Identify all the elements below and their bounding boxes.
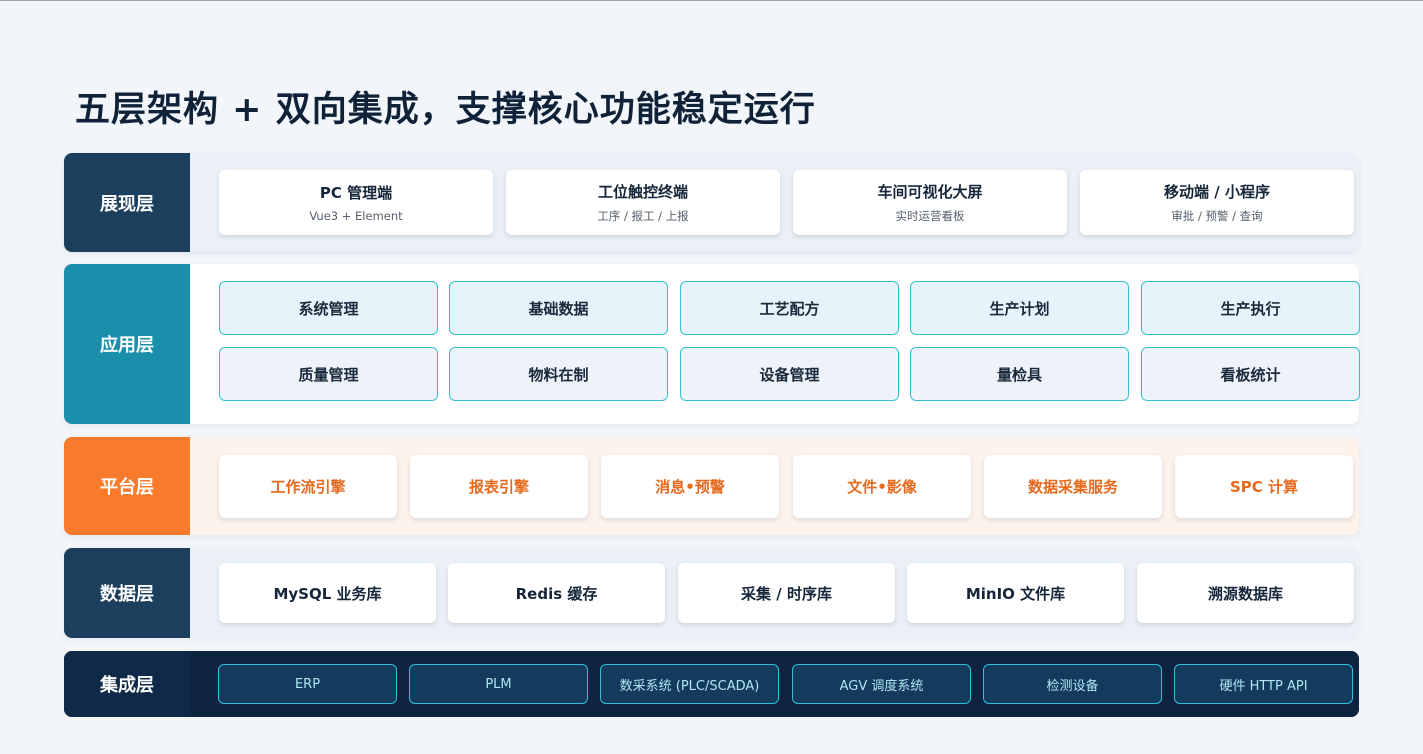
application-module: 基础数据 [449, 281, 668, 335]
presentation-box-name: 车间可视化大屏 [877, 183, 983, 201]
application-module: 设备管理 [680, 347, 899, 401]
platform-service: 消息•预警 [601, 455, 779, 518]
presentation-box-name: 移动端 / 小程序 [1164, 183, 1270, 201]
application-module: 物料在制 [449, 347, 668, 401]
application-layer-body: 系统管理 基础数据 工艺配方 生产计划 生产执行 质量管理 物料在制 设备管理 … [190, 264, 1360, 424]
presentation-layer-body: PC 管理端 Vue3 + Element 工位触控终端 工序 / 报工 / 上… [190, 153, 1359, 252]
platform-service-name: 工作流引擎 [270, 478, 346, 496]
application-layer-label: 应用层 [64, 264, 190, 424]
platform-service-name: 文件•影像 [847, 478, 917, 496]
application-module-name: 系统管理 [298, 299, 359, 318]
integration-system-name: ERP [294, 676, 321, 692]
data-store: 溯源数据库 [1137, 563, 1354, 623]
data-layer-label: 数据层 [64, 548, 190, 638]
presentation-box-mobile: 移动端 / 小程序 审批 / 预警 / 查询 [1080, 170, 1354, 235]
data-layer: 数据层 MySQL 业务库 Redis 缓存 采集 / 时序库 MinIO 文件… [64, 548, 1359, 638]
data-store-name: MySQL 业务库 [273, 584, 382, 603]
platform-service-name: 消息•预警 [655, 478, 725, 496]
integration-layer-body: ERP PLM 数采系统 (PLC/SCADA) AGV 调度系统 检测设备 硬… [190, 651, 1359, 717]
application-layer: 应用层 系统管理 基础数据 工艺配方 生产计划 生产执行 质量管理 物料在制 设… [64, 264, 1360, 424]
application-module: 工艺配方 [680, 281, 899, 335]
integration-system: 硬件 HTTP API [1174, 664, 1353, 704]
integration-layer: 集成层 ERP PLM 数采系统 (PLC/SCADA) AGV 调度系统 检测… [64, 651, 1359, 717]
application-module: 生产计划 [910, 281, 1129, 335]
presentation-box-name: PC 管理端 [319, 184, 393, 202]
presentation-box-terminal: 工位触控终端 工序 / 报工 / 上报 [506, 170, 780, 235]
data-store-name: 溯源数据库 [1207, 584, 1283, 603]
data-layer-body: MySQL 业务库 Redis 缓存 采集 / 时序库 MinIO 文件库 溯源… [190, 548, 1359, 638]
application-module: 系统管理 [219, 281, 438, 335]
platform-layer-label: 平台层 [64, 437, 190, 535]
page-title: 五层架构 + 双向集成，支撑核心功能稳定运行 [75, 90, 816, 130]
integration-system: 数采系统 (PLC/SCADA) [600, 664, 779, 704]
application-module-name: 生产执行 [1220, 299, 1281, 318]
application-module-name: 工艺配方 [759, 299, 820, 318]
application-module: 量检具 [910, 347, 1129, 401]
platform-service-name: SPC 计算 [1229, 478, 1299, 496]
application-module-name: 基础数据 [528, 299, 589, 318]
presentation-box-sub: Vue3 + Element [309, 209, 403, 223]
platform-layer: 平台层 工作流引擎 报表引擎 消息•预警 文件•影像 数据采集服务 SPC 计算 [64, 437, 1359, 535]
presentation-box-name: 工位触控终端 [597, 183, 688, 201]
integration-system-name: 数采系统 (PLC/SCADA) [619, 678, 760, 694]
data-store: Redis 缓存 [448, 563, 665, 623]
application-module-name: 质量管理 [298, 365, 359, 384]
presentation-layer-label: 展现层 [64, 153, 190, 252]
application-module: 生产执行 [1141, 281, 1360, 335]
presentation-box-pc: PC 管理端 Vue3 + Element [219, 170, 493, 235]
data-store: MySQL 业务库 [219, 563, 436, 623]
integration-system: ERP [218, 664, 397, 704]
data-store-name: Redis 缓存 [515, 584, 598, 603]
application-module-name: 看板统计 [1220, 365, 1281, 384]
platform-service: SPC 计算 [1175, 455, 1353, 518]
platform-layer-body: 工作流引擎 报表引擎 消息•预警 文件•影像 数据采集服务 SPC 计算 [190, 437, 1359, 535]
presentation-layer: 展现层 PC 管理端 Vue3 + Element 工位触控终端 工序 / 报工… [64, 153, 1359, 252]
data-store: 采集 / 时序库 [678, 563, 895, 623]
application-module-name: 设备管理 [759, 365, 820, 384]
integration-system: AGV 调度系统 [792, 664, 971, 704]
application-module: 看板统计 [1141, 347, 1360, 401]
presentation-box-sub: 实时运营看板 [895, 209, 965, 223]
integration-system: PLM [409, 664, 588, 704]
data-store-name: MinIO 文件库 [965, 584, 1066, 603]
data-store: MinIO 文件库 [907, 563, 1124, 623]
platform-service: 工作流引擎 [219, 455, 397, 518]
application-module-name: 生产计划 [989, 299, 1050, 318]
data-store-name: 采集 / 时序库 [741, 584, 832, 603]
presentation-box-bigscreen: 车间可视化大屏 实时运营看板 [793, 170, 1067, 235]
platform-service: 数据采集服务 [984, 455, 1162, 518]
integration-system-name: 检测设备 [1046, 678, 1099, 694]
platform-service: 文件•影像 [793, 455, 971, 518]
integration-layer-label: 集成层 [64, 651, 190, 717]
integration-system: 检测设备 [983, 664, 1162, 704]
presentation-box-sub: 工序 / 报工 / 上报 [597, 209, 689, 223]
platform-service: 报表引擎 [410, 455, 588, 518]
application-module-name: 物料在制 [528, 365, 589, 384]
platform-service-name: 报表引擎 [468, 478, 529, 496]
application-module-name: 量检具 [996, 365, 1042, 384]
presentation-box-sub: 审批 / 预警 / 查询 [1171, 209, 1263, 223]
platform-service-name: 数据采集服务 [1027, 478, 1118, 496]
integration-system-name: 硬件 HTTP API [1219, 678, 1308, 694]
integration-system-name: AGV 调度系统 [839, 678, 924, 694]
integration-system-name: PLM [485, 676, 512, 692]
application-module: 质量管理 [219, 347, 438, 401]
